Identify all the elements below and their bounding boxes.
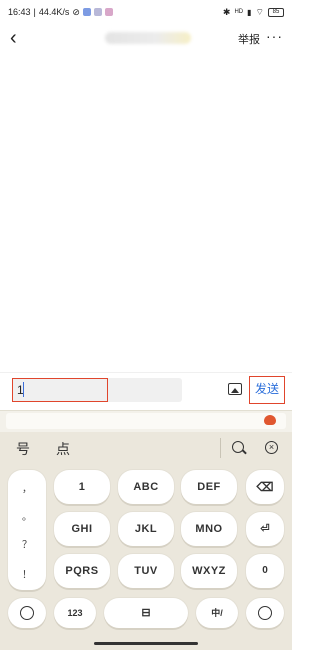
emoji-key[interactable] — [8, 598, 46, 628]
punct-exclaim[interactable]: ！ — [8, 566, 46, 581]
report-button[interactable]: 举报 — [238, 31, 260, 47]
app-icon — [104, 8, 113, 16]
key-abc[interactable]: ABC — [118, 470, 174, 504]
text-caret — [23, 382, 24, 397]
message-list — [0, 52, 292, 372]
key-wxyz[interactable]: WXYZ — [181, 554, 237, 588]
key-1[interactable]: 1 — [54, 470, 110, 504]
key-jkl[interactable]: JKL — [118, 512, 174, 546]
mascot-icon[interactable] — [264, 415, 276, 425]
input-highlight — [12, 378, 108, 402]
numeric-key[interactable]: 123 — [54, 598, 96, 628]
wifi-icon: ⌔ — [255, 6, 264, 17]
image-icon[interactable] — [228, 383, 242, 395]
punct-comma[interactable]: ， — [8, 480, 46, 495]
punctuation-column[interactable]: ， 。 ？ ！ — [8, 470, 46, 590]
signal-icon: HD — [234, 9, 244, 15]
search-icon[interactable] — [232, 441, 244, 453]
punct-period[interactable]: 。 — [8, 508, 46, 523]
backspace-icon[interactable]: ⌫ — [246, 470, 284, 504]
key-mno[interactable]: MNO — [181, 512, 237, 546]
space-icon: ⊟ — [141, 607, 151, 619]
sticker-key[interactable] — [246, 598, 284, 628]
apple-icon — [258, 606, 272, 620]
app-icon — [82, 8, 91, 16]
key-def[interactable]: DEF — [181, 470, 237, 504]
send-button[interactable]: 发送 — [249, 376, 285, 404]
status-bar: 16:43 | 44.4K/s ⊘ ✱ HD ▮ ⌔ 85 — [0, 0, 292, 24]
space-key[interactable]: ⊟ — [104, 598, 188, 628]
nav-bar: ‹ 举报 ··· — [0, 24, 292, 52]
chevron-left-icon[interactable]: ‹ — [10, 28, 17, 48]
battery-icon: 85 — [268, 7, 284, 17]
key-tuv[interactable]: TUV — [118, 554, 174, 588]
key-ghi[interactable]: GHI — [54, 512, 110, 546]
status-speed: 44.4K/s — [38, 7, 70, 17]
signal-icon: ▮ — [247, 7, 252, 17]
app-icon — [93, 8, 102, 16]
keyboard-toolbar — [0, 410, 292, 432]
key-0[interactable]: 0 — [246, 554, 284, 588]
page-title — [105, 32, 191, 44]
bluetooth-icon: ✱ — [222, 6, 231, 17]
candidate-word[interactable]: 点 — [56, 439, 70, 459]
home-indicator — [94, 642, 198, 645]
close-icon[interactable]: × — [265, 441, 278, 454]
candidate-word[interactable]: 号 — [16, 439, 30, 459]
key-pqrs[interactable]: PQRS — [54, 554, 110, 588]
divider — [220, 438, 221, 458]
mute-icon: ⊘ — [72, 6, 80, 17]
more-icon[interactable]: ··· — [266, 28, 283, 44]
language-switch-key[interactable]: 中/ — [196, 598, 238, 628]
enter-icon[interactable]: ⏎ — [246, 512, 284, 546]
planet-icon — [20, 606, 34, 620]
candidate-bar — [0, 432, 292, 464]
status-time: 16:43 — [8, 7, 31, 17]
punct-question[interactable]: ？ — [8, 536, 46, 551]
